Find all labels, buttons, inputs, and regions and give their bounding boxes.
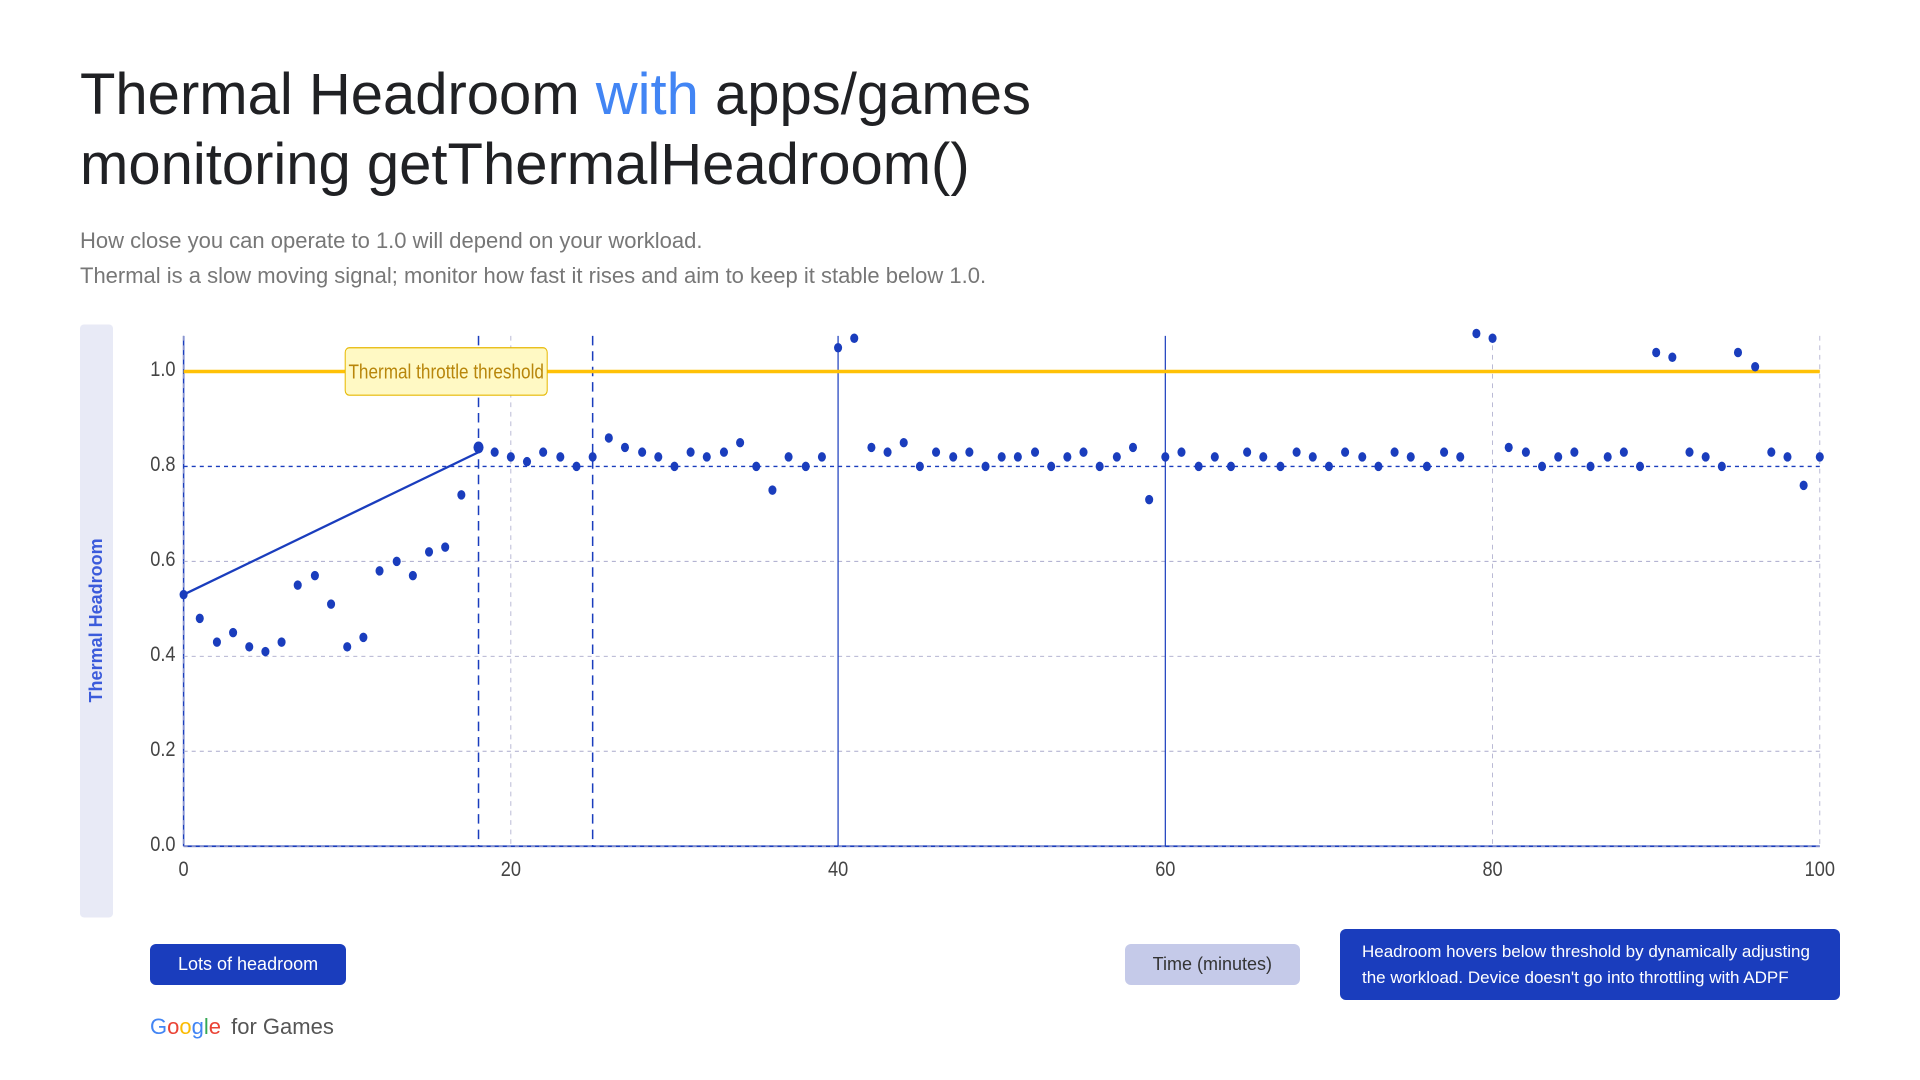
chart-inner: Thermal throttle threshold <box>123 324 1840 917</box>
svg-text:0.2: 0.2 <box>150 737 175 761</box>
subtitle: How close you can operate to 1.0 will de… <box>80 223 1840 293</box>
chart-svg: Thermal throttle threshold <box>123 324 1840 917</box>
x-axis-label: Time (minutes) <box>1125 944 1300 985</box>
page-title: Thermal Headroom with apps/games monitor… <box>80 60 1840 199</box>
title-line2: monitoring getThermalHeadroom() <box>80 132 970 197</box>
svg-text:Thermal throttle threshold: Thermal throttle threshold <box>348 360 543 383</box>
footer: Google for Games <box>80 1014 1840 1040</box>
adpf-label: Headroom hovers below threshold by dynam… <box>1340 929 1840 1000</box>
bottom-labels: Lots of headroom Time (minutes) Headroom… <box>80 929 1840 1000</box>
svg-text:40: 40 <box>828 857 848 881</box>
title-part1: Thermal Headroom <box>80 62 596 127</box>
chart-area: Thermal Headroom <box>80 324 1840 1040</box>
title-highlight: with <box>596 62 699 127</box>
svg-text:0.8: 0.8 <box>150 452 175 476</box>
y-axis-label: Thermal Headroom <box>80 324 113 917</box>
svg-text:1.0: 1.0 <box>150 357 175 381</box>
svg-text:100: 100 <box>1805 857 1835 881</box>
svg-text:80: 80 <box>1482 857 1502 881</box>
svg-text:60: 60 <box>1155 857 1175 881</box>
lots-of-headroom-label: Lots of headroom <box>150 944 346 985</box>
svg-text:20: 20 <box>501 857 521 881</box>
chart-wrapper: Thermal Headroom <box>80 324 1840 917</box>
main-container: Thermal Headroom with apps/games monitor… <box>0 0 1920 1080</box>
title-part2: apps/games <box>699 62 1031 127</box>
google-logo: Google for Games <box>150 1014 334 1040</box>
svg-text:0.6: 0.6 <box>150 547 175 571</box>
subtitle-line1: How close you can operate to 1.0 will de… <box>80 223 1840 258</box>
svg-text:0.4: 0.4 <box>150 642 175 666</box>
svg-text:0: 0 <box>179 857 189 881</box>
subtitle-line2: Thermal is a slow moving signal; monitor… <box>80 258 1840 293</box>
svg-text:0.0: 0.0 <box>150 832 175 856</box>
